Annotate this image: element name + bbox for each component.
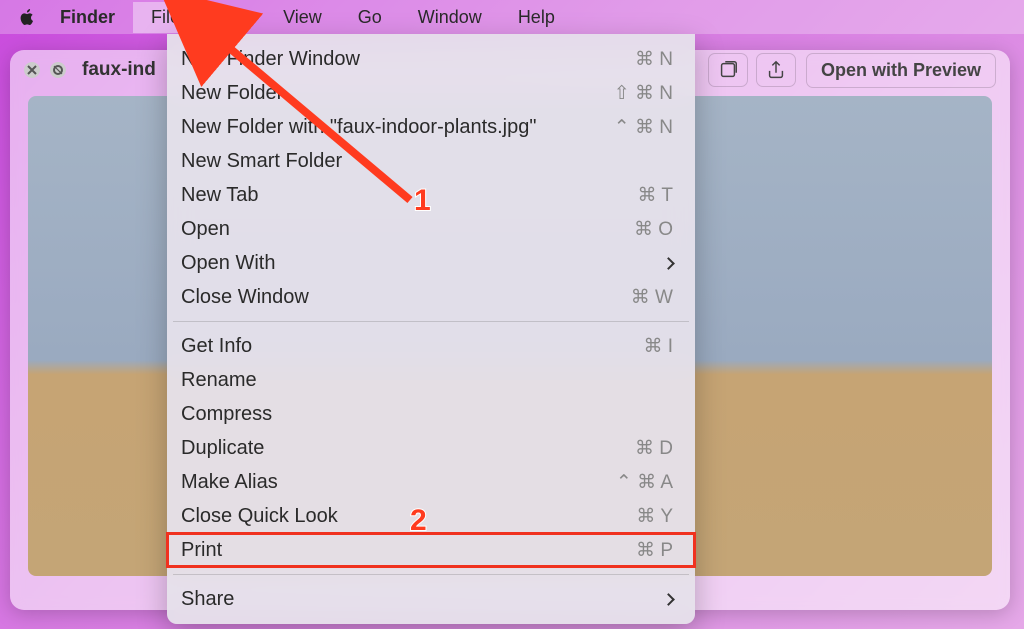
menu-item-shortcut: ⌘ N [635, 48, 673, 71]
menu-item-label: New Finder Window [181, 48, 635, 71]
menu-item-label: Compress [181, 403, 673, 426]
new-window-icon[interactable] [708, 53, 748, 87]
menu-item-close-quick-look[interactable]: Close Quick Look⌘ Y [167, 499, 695, 533]
menu-item-rename[interactable]: Rename [167, 363, 695, 397]
menu-item-label: Duplicate [181, 437, 635, 460]
menu-item-label: New Folder with "faux-indoor-plants.jpg" [181, 116, 614, 139]
close-window-icon[interactable] [24, 62, 40, 78]
menu-item-shortcut: ⌘ Y [636, 505, 673, 528]
file-menu-dropdown: New Finder Window⌘ NNew Folder⇧ ⌘ NNew F… [167, 34, 695, 624]
annotation-step-2: 2 [410, 504, 427, 538]
menu-separator [173, 321, 689, 322]
menu-item-share[interactable]: Share [167, 582, 695, 616]
menu-window[interactable]: Window [400, 2, 500, 33]
chevron-right-icon [662, 257, 675, 270]
menu-item-label: Make Alias [181, 471, 616, 494]
apple-logo-icon [16, 6, 38, 28]
menu-item-get-info[interactable]: Get Info⌘ I [167, 329, 695, 363]
menu-item-shortcut: ⌘ O [634, 218, 673, 241]
menu-item-label: Close Window [181, 286, 631, 309]
share-icon[interactable] [756, 53, 796, 87]
menu-edit[interactable]: Edit [198, 2, 265, 33]
menu-item-label: Rename [181, 369, 673, 392]
menu-item-shortcut: ⌃ ⌘ A [616, 471, 673, 494]
menu-item-new-folder[interactable]: New Folder⇧ ⌘ N [167, 76, 695, 110]
menu-item-shortcut: ⇧ ⌘ N [614, 82, 673, 105]
menu-item-shortcut: ⌘ T [637, 184, 673, 207]
menu-help[interactable]: Help [500, 2, 573, 33]
menu-file[interactable]: File [133, 2, 198, 33]
menu-item-shortcut: ⌃ ⌘ N [614, 116, 673, 139]
menu-item-open-with[interactable]: Open With [167, 246, 695, 280]
menu-item-label: Share [181, 588, 664, 611]
app-name: Finder [60, 2, 133, 33]
menu-item-label: New Folder [181, 82, 614, 105]
menu-item-open[interactable]: Open⌘ O [167, 212, 695, 246]
annotation-step-1: 1 [414, 184, 431, 218]
menu-item-label: Get Info [181, 335, 643, 358]
menu-item-print[interactable]: Print⌘ P [167, 533, 695, 567]
menu-item-shortcut: ⌘ W [631, 286, 673, 309]
menu-item-new-tab[interactable]: New Tab⌘ T [167, 178, 695, 212]
menu-view[interactable]: View [265, 2, 340, 33]
chevron-right-icon [662, 593, 675, 606]
menu-item-label: Open With [181, 252, 664, 275]
menu-item-label: New Smart Folder [181, 150, 673, 173]
menu-item-new-folder-with-faux-indoor-plants-jpg[interactable]: New Folder with "faux-indoor-plants.jpg"… [167, 110, 695, 144]
menu-item-compress[interactable]: Compress [167, 397, 695, 431]
zoom-window-icon[interactable] [50, 62, 66, 78]
menu-separator [173, 574, 689, 575]
menu-go[interactable]: Go [340, 2, 400, 33]
menu-item-duplicate[interactable]: Duplicate⌘ D [167, 431, 695, 465]
menu-item-label: Print [181, 539, 636, 562]
menu-item-close-window[interactable]: Close Window⌘ W [167, 280, 695, 314]
window-title: faux-ind [82, 59, 156, 81]
menubar: Finder File Edit View Go Window Help [0, 0, 1024, 34]
menu-item-label: Open [181, 218, 634, 241]
menu-item-shortcut: ⌘ I [643, 335, 673, 358]
menu-item-new-smart-folder[interactable]: New Smart Folder [167, 144, 695, 178]
menu-item-new-finder-window[interactable]: New Finder Window⌘ N [167, 42, 695, 76]
menu-item-shortcut: ⌘ P [636, 539, 673, 562]
window-controls [24, 62, 66, 78]
open-with-preview-button[interactable]: Open with Preview [806, 53, 996, 88]
menu-item-make-alias[interactable]: Make Alias⌃ ⌘ A [167, 465, 695, 499]
menu-item-label: Close Quick Look [181, 505, 636, 528]
menu-item-label: New Tab [181, 184, 637, 207]
menu-item-shortcut: ⌘ D [635, 437, 673, 460]
